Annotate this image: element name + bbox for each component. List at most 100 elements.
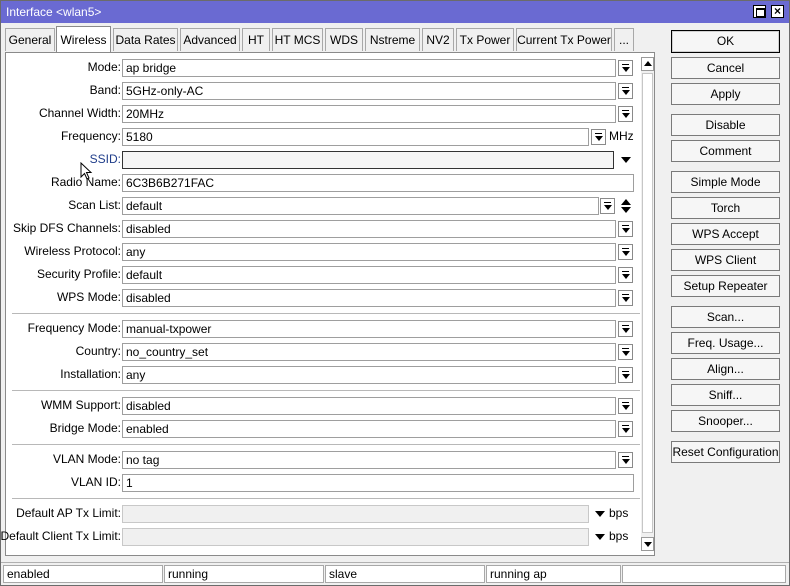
mode-label: Mode: — [87, 60, 121, 74]
default-ap-tx-limit-label: Default AP Tx Limit: — [16, 506, 121, 520]
default-client-tx-limit-unit: bps — [609, 529, 629, 543]
tab-current-tx-power[interactable]: Current Tx Power — [516, 28, 612, 51]
band-label: Band: — [89, 83, 121, 97]
tab-nv2[interactable]: NV2 — [422, 28, 454, 51]
vlan-mode-dropdown-icon[interactable] — [618, 452, 633, 468]
row-radio-name: Radio Name: 6C3B6B271FAC — [6, 174, 646, 192]
sniff-button[interactable]: Sniff... — [671, 384, 780, 406]
mouse-cursor-icon — [80, 162, 93, 180]
mode-dropdown-icon[interactable] — [618, 60, 633, 76]
default-client-tx-limit-field[interactable] — [122, 528, 589, 546]
security-profile-dropdown-icon[interactable] — [618, 267, 633, 283]
wps-client-button[interactable]: WPS Client — [671, 249, 780, 271]
bridge-mode-label: Bridge Mode: — [49, 421, 121, 435]
wireless-protocol-dropdown-icon[interactable] — [618, 244, 633, 260]
row-country: Country: no_country_set — [6, 343, 646, 361]
tab-data-rates[interactable]: Data Rates — [113, 28, 178, 51]
wps-mode-label: WPS Mode: — [56, 290, 121, 304]
installation-label: Installation: — [60, 367, 121, 381]
row-default-ap-tx-limit: Default AP Tx Limit: bps — [6, 505, 646, 523]
row-wps-mode: WPS Mode: disabled — [6, 289, 646, 307]
ssid-field[interactable] — [122, 151, 614, 169]
default-client-tx-limit-label: Default Client Tx Limit: — [0, 529, 122, 543]
tab-tx-power[interactable]: Tx Power — [456, 28, 514, 51]
tab-general[interactable]: General — [5, 28, 55, 51]
country-field[interactable]: no_country_set — [122, 343, 616, 361]
country-dropdown-icon[interactable] — [618, 344, 633, 360]
scan-list-label: Scan List: — [68, 198, 121, 212]
country-label: Country: — [75, 344, 121, 358]
row-bridge-mode: Bridge Mode: enabled — [6, 420, 646, 438]
scroll-up-icon[interactable] — [641, 57, 654, 71]
skip-dfs-field[interactable]: disabled — [122, 220, 616, 238]
tab-more[interactable]: ... — [614, 28, 634, 51]
align-button[interactable]: Align... — [671, 358, 780, 380]
tab-ht-mcs[interactable]: HT MCS — [272, 28, 323, 51]
freq-usage-button[interactable]: Freq. Usage... — [671, 332, 780, 354]
channel-width-dropdown-icon[interactable] — [618, 106, 633, 122]
skip-dfs-label: Skip DFS Channels: — [12, 221, 121, 235]
skip-dfs-dropdown-icon[interactable] — [618, 221, 633, 237]
maximize-icon[interactable] — [753, 5, 766, 18]
torch-button[interactable]: Torch — [671, 197, 780, 219]
wmm-support-dropdown-icon[interactable] — [618, 398, 633, 414]
close-icon[interactable]: × — [771, 5, 784, 18]
wmm-support-field[interactable]: disabled — [122, 397, 616, 415]
radio-name-field[interactable]: 6C3B6B271FAC — [122, 174, 634, 192]
tab-nstreme[interactable]: Nstreme — [365, 28, 420, 51]
scan-button[interactable]: Scan... — [671, 306, 780, 328]
comment-button[interactable]: Comment — [671, 140, 780, 162]
tab-advanced[interactable]: Advanced — [180, 28, 240, 51]
vertical-scrollbar[interactable] — [641, 57, 654, 551]
installation-dropdown-icon[interactable] — [618, 367, 633, 383]
cancel-button[interactable]: Cancel — [671, 57, 780, 79]
tab-wds[interactable]: WDS — [325, 28, 363, 51]
wps-mode-field[interactable]: disabled — [122, 289, 616, 307]
frequency-mode-dropdown-icon[interactable] — [618, 321, 633, 337]
tab-ht[interactable]: HT — [242, 28, 270, 51]
scan-list-field[interactable]: default — [122, 197, 599, 215]
vlan-mode-label: VLAN Mode: — [52, 452, 121, 466]
frequency-dropdown-icon[interactable] — [591, 129, 606, 145]
setup-repeater-button[interactable]: Setup Repeater — [671, 275, 780, 297]
band-field[interactable]: 5GHz-only-AC — [122, 82, 616, 100]
scroll-down-icon[interactable] — [641, 537, 654, 551]
wps-accept-button[interactable]: WPS Accept — [671, 223, 780, 245]
frequency-mode-label: Frequency Mode: — [27, 321, 121, 335]
installation-field[interactable]: any — [122, 366, 616, 384]
default-client-tx-limit-dropdown-icon[interactable] — [595, 534, 605, 540]
frequency-field[interactable]: 5180 — [122, 128, 589, 146]
bridge-mode-dropdown-icon[interactable] — [618, 421, 633, 437]
reset-configuration-button[interactable]: Reset Configuration — [671, 441, 780, 463]
band-dropdown-icon[interactable] — [618, 83, 633, 99]
scroll-thumb[interactable] — [642, 73, 653, 533]
channel-width-field[interactable]: 20MHz — [122, 105, 616, 123]
scan-list-dropdown-icon[interactable] — [600, 198, 615, 214]
vlan-id-field[interactable]: 1 — [122, 474, 634, 492]
row-installation: Installation: any — [6, 366, 646, 384]
wps-mode-dropdown-icon[interactable] — [618, 290, 633, 306]
scan-list-updown-icon[interactable] — [621, 198, 631, 214]
separator — [12, 498, 640, 499]
title-bar[interactable]: Interface <wlan5> × — [1, 1, 789, 23]
ok-button[interactable]: OK — [671, 30, 780, 53]
ssid-dropdown-icon[interactable] — [621, 157, 631, 163]
snooper-button[interactable]: Snooper... — [671, 410, 780, 432]
default-ap-tx-limit-field[interactable] — [122, 505, 589, 523]
frequency-mode-field[interactable]: manual-txpower — [122, 320, 616, 338]
tab-wireless[interactable]: Wireless — [56, 26, 111, 52]
apply-button[interactable]: Apply — [671, 83, 780, 105]
row-ssid: SSID: — [6, 151, 646, 169]
separator — [12, 313, 640, 314]
status-bar: enabled running slave running ap — [1, 562, 789, 585]
frequency-unit: MHz — [609, 129, 634, 143]
simple-mode-button[interactable]: Simple Mode — [671, 171, 780, 193]
wireless-protocol-field[interactable]: any — [122, 243, 616, 261]
mode-field[interactable]: ap bridge — [122, 59, 616, 77]
disable-button[interactable]: Disable — [671, 114, 780, 136]
bridge-mode-field[interactable]: enabled — [122, 420, 616, 438]
default-ap-tx-limit-dropdown-icon[interactable] — [595, 511, 605, 517]
security-profile-field[interactable]: default — [122, 266, 616, 284]
vlan-mode-field[interactable]: no tag — [122, 451, 616, 469]
row-wireless-protocol: Wireless Protocol: any — [6, 243, 646, 261]
